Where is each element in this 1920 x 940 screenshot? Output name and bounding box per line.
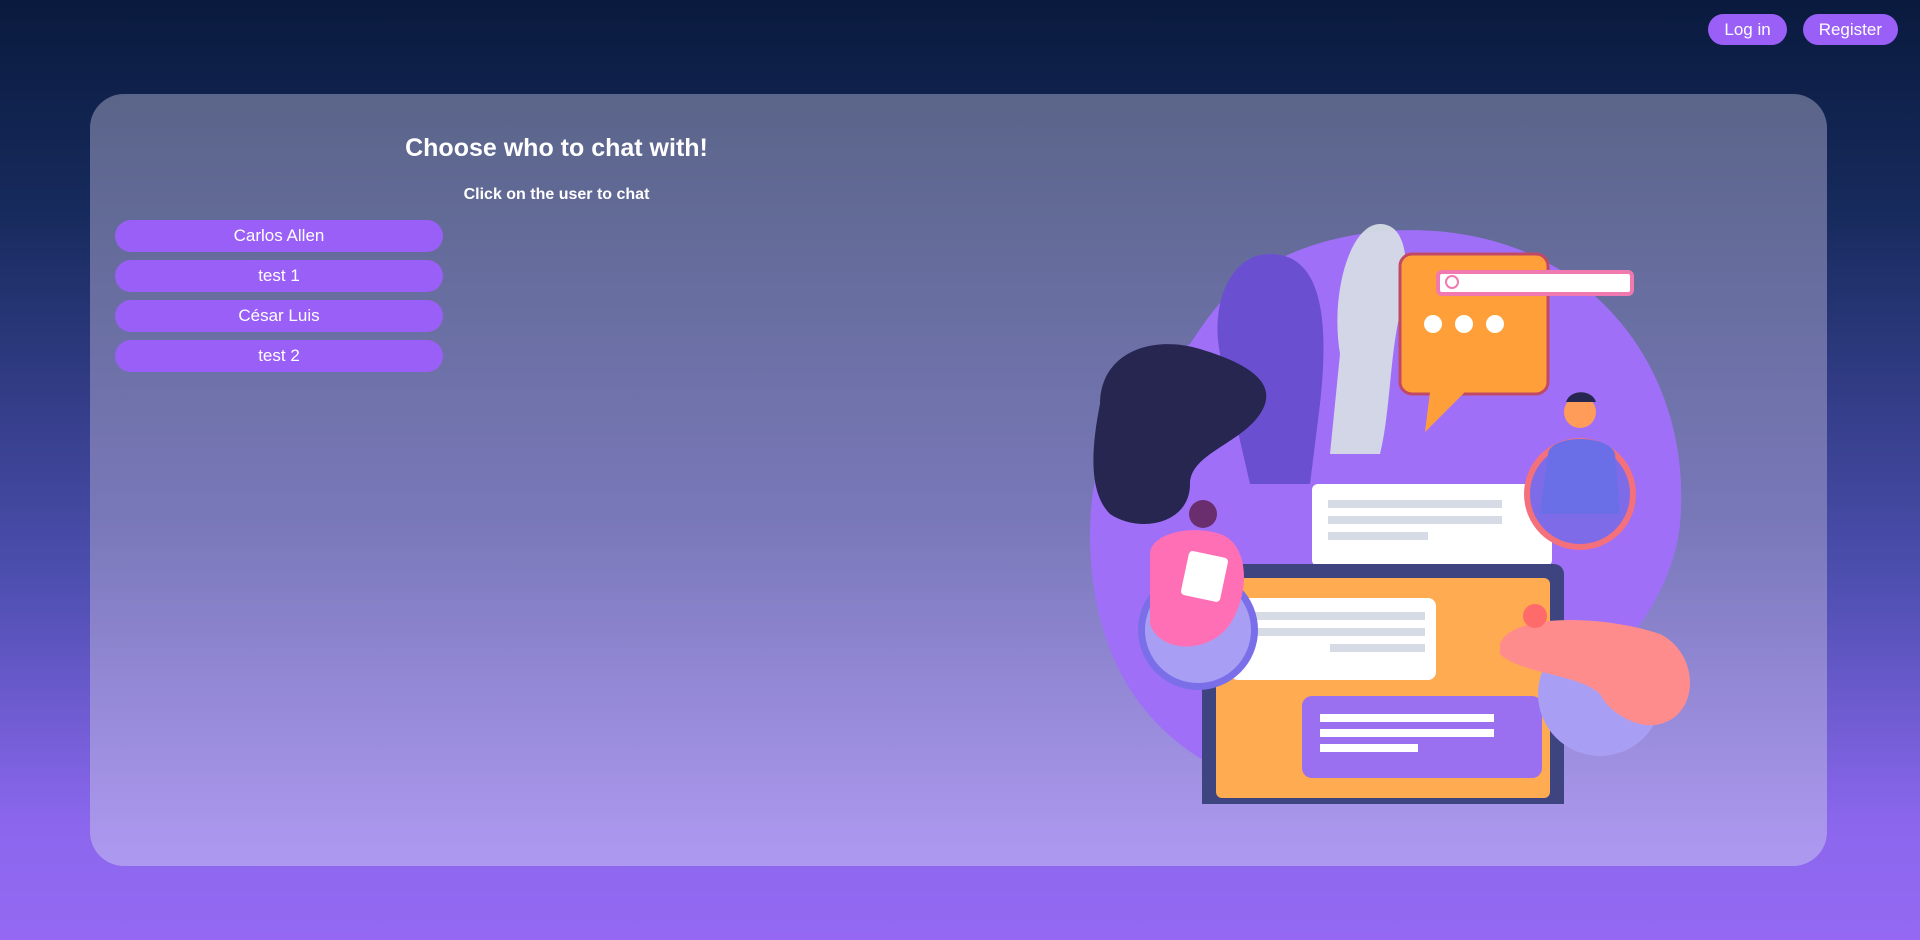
register-button[interactable]: Register: [1802, 14, 1898, 45]
user-button[interactable]: César Luis: [115, 300, 443, 332]
page-subtitle: Click on the user to chat: [463, 186, 650, 203]
user-list: Carlos Allen test 1 César Luis test 2: [115, 220, 443, 372]
chat-illustration: [1080, 154, 1700, 850]
search-bar-shape: [1436, 270, 1634, 296]
user-button[interactable]: test 2: [115, 340, 443, 372]
user-button[interactable]: Carlos Allen: [115, 220, 443, 252]
login-button[interactable]: Log in: [1708, 14, 1787, 45]
main-card: Choose who to chat with! Click on the us…: [90, 94, 1827, 866]
chat-illustration-svg: [1090, 224, 1690, 850]
message-card: [1312, 484, 1552, 566]
user-button[interactable]: test 1: [115, 260, 443, 292]
page-title: Choose who to chat with!: [405, 134, 708, 162]
top-nav: Log in Register: [1708, 14, 1898, 45]
